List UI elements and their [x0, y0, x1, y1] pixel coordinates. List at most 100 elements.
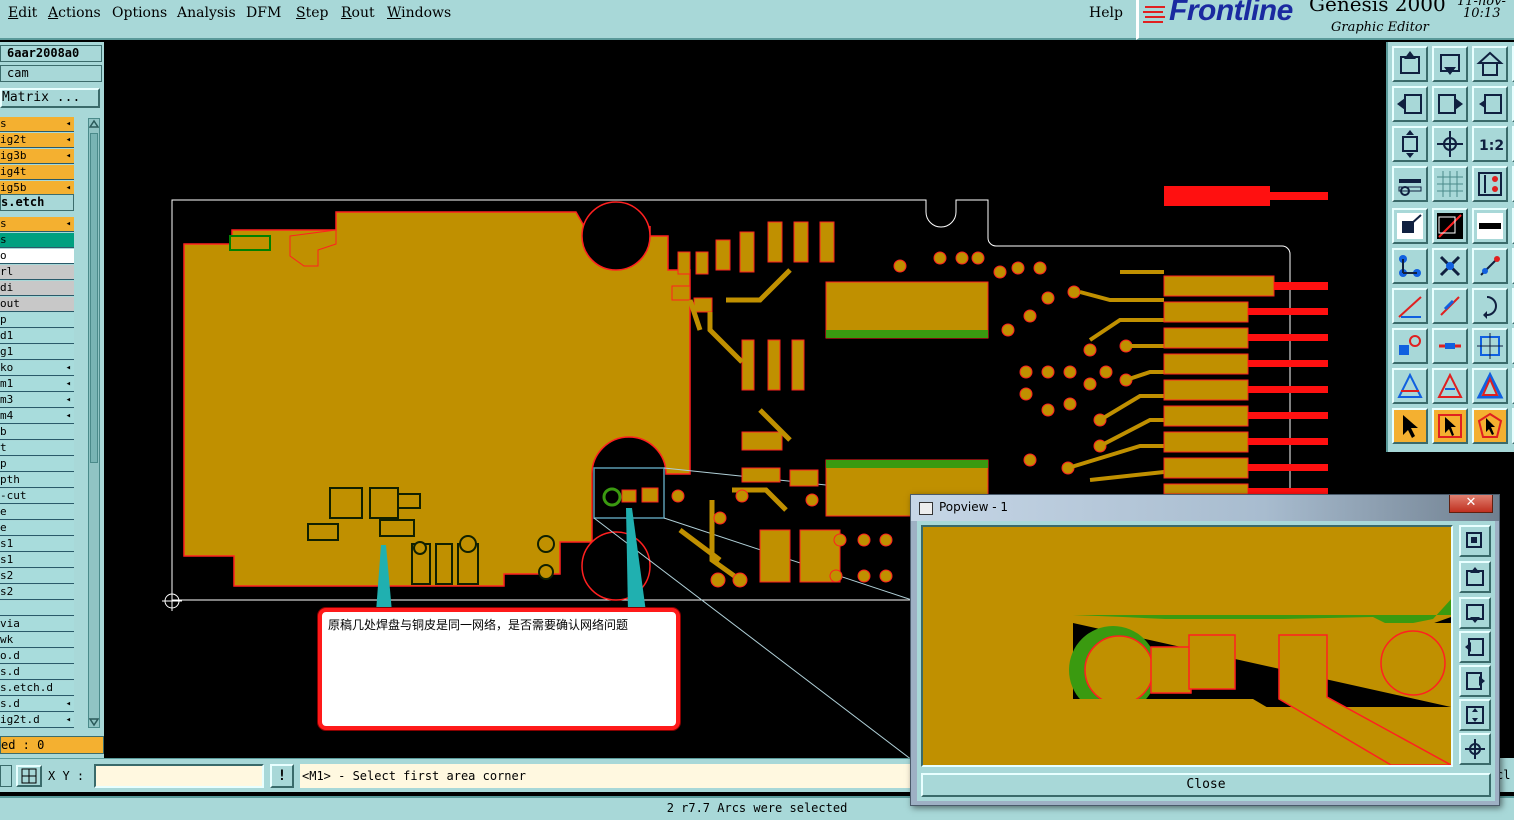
matrix-button[interactable]: Matrix ...	[0, 88, 100, 108]
layer-row[interactable]: -cut	[0, 489, 74, 504]
pan-left-button[interactable]	[1392, 86, 1428, 122]
menu-edit[interactable]: Edit	[8, 5, 37, 21]
menu-options[interactable]: Options	[112, 5, 167, 21]
menu-help[interactable]: Help	[1089, 5, 1123, 21]
home-button[interactable]	[1472, 46, 1508, 82]
pointer-button[interactable]	[1392, 408, 1428, 444]
layer-row[interactable]: ig4t	[0, 165, 74, 180]
step-down-button[interactable]	[1432, 46, 1468, 82]
step-up-button[interactable]	[1392, 46, 1428, 82]
layer-row[interactable]: s2	[0, 585, 74, 600]
layer-row[interactable]: rl	[0, 265, 74, 280]
layer-row[interactable]: s.d ◂	[0, 697, 74, 712]
pad-button[interactable]	[1392, 328, 1428, 364]
xy-input[interactable]	[94, 764, 264, 788]
pan-right-button[interactable]	[1432, 86, 1468, 122]
pointer-poly-button[interactable]	[1472, 408, 1508, 444]
popview-pan-left-button[interactable]	[1459, 631, 1491, 663]
menu-dfm[interactable]: DFM	[246, 5, 281, 21]
job-name[interactable]: 6aar2008a0	[0, 45, 102, 62]
scroll-down-icon[interactable]	[89, 717, 99, 727]
layer-row[interactable]: di	[0, 281, 74, 296]
layer-row[interactable]: pth	[0, 473, 74, 488]
layer-row[interactable]: e	[0, 521, 74, 536]
layer-row[interactable]: s1	[0, 537, 74, 552]
layer-row[interactable]: ig3b ◂	[0, 149, 74, 164]
bar-button[interactable]	[1432, 328, 1468, 364]
triangle-red-button[interactable]	[1432, 368, 1468, 404]
popview-titlebar[interactable]: Popview - 1 ✕	[911, 495, 1499, 521]
back-button[interactable]	[1472, 86, 1508, 122]
layer-row[interactable]: e	[0, 505, 74, 520]
layer-row[interactable]: out	[0, 297, 74, 312]
rotate-button[interactable]	[1472, 288, 1508, 324]
scroll-up-icon[interactable]	[89, 119, 99, 129]
triangle-blue-icon	[1397, 372, 1423, 398]
popview-zoom-in-button[interactable]	[1459, 699, 1491, 731]
layer-row[interactable]: s1	[0, 553, 74, 568]
popview-pan-right-button[interactable]	[1459, 665, 1491, 697]
pointer-box-button[interactable]	[1432, 408, 1468, 444]
measure-button[interactable]	[1472, 208, 1508, 244]
traces-right	[1067, 270, 1165, 482]
layer-row[interactable]: s ◂	[0, 117, 74, 132]
popview-pan-up-button[interactable]	[1459, 561, 1491, 593]
triangle-double-button[interactable]	[1472, 368, 1508, 404]
layer-row[interactable]: via	[0, 617, 74, 632]
menu-step[interactable]: Step	[296, 5, 328, 21]
menu-rout[interactable]: Rout	[341, 5, 375, 21]
layer-row[interactable]: g1	[0, 345, 74, 360]
command-exclaim-button[interactable]: !	[270, 764, 294, 788]
layer-row[interactable]: b	[0, 425, 74, 440]
select-line-button[interactable]	[1432, 208, 1468, 244]
box-button[interactable]	[1472, 328, 1508, 364]
popview-close-button[interactable]: Close	[921, 773, 1491, 797]
menu-windows[interactable]: Windows	[387, 5, 451, 21]
layer-row[interactable]: p	[0, 313, 74, 328]
etch-layer[interactable]: s.etch	[0, 194, 74, 211]
select-single-button[interactable]	[1392, 208, 1428, 244]
layer-row[interactable]: wk	[0, 633, 74, 648]
layer-row[interactable]: d1	[0, 329, 74, 344]
features-button[interactable]	[1392, 166, 1428, 202]
delete-button[interactable]	[1432, 248, 1468, 284]
layer-row[interactable]: m4 ◂	[0, 409, 74, 424]
menu-analysis[interactable]: Analysis	[177, 5, 236, 21]
layer-row[interactable]: s2	[0, 569, 74, 584]
layer-row[interactable]: s.etch.d	[0, 681, 74, 696]
layer-row[interactable]: m3 ◂	[0, 393, 74, 408]
layer-row[interactable]: s.d	[0, 665, 74, 680]
scroll-thumb[interactable]	[90, 133, 98, 463]
layer-row[interactable]	[0, 601, 74, 616]
popview-pan-down-button[interactable]	[1459, 597, 1491, 629]
layer-row[interactable]: ig2t.d ◂	[0, 713, 74, 728]
layer-row[interactable]: t	[0, 441, 74, 456]
zoom-fit-button[interactable]	[1392, 126, 1428, 162]
menu-actions[interactable]: Actions	[48, 5, 101, 21]
mode-icon[interactable]	[0, 765, 12, 787]
triangle-blue-button[interactable]	[1392, 368, 1428, 404]
net-button[interactable]	[1392, 248, 1428, 284]
close-icon[interactable]: ✕	[1449, 495, 1493, 513]
scale-1-2-button[interactable]: 1:2	[1472, 126, 1508, 162]
layer-row[interactable]: s ◂	[0, 217, 74, 232]
center-button[interactable]	[1432, 126, 1468, 162]
layer-row[interactable]: ig2t ◂	[0, 133, 74, 148]
layer-row[interactable]: o	[0, 249, 74, 264]
popview-zoom-out-button[interactable]	[1459, 733, 1491, 765]
snap-grid-button[interactable]	[16, 765, 42, 787]
snap-button[interactable]	[1472, 248, 1508, 284]
grid-button[interactable]	[1432, 166, 1468, 202]
layer-row[interactable]: s	[0, 233, 74, 248]
layers-button[interactable]	[1472, 166, 1508, 202]
line-red-button[interactable]	[1392, 288, 1428, 324]
layer-row[interactable]: ko ◂	[0, 361, 74, 376]
popview-canvas[interactable]	[921, 525, 1453, 767]
popview-zoom-fit-button[interactable]	[1459, 525, 1491, 557]
layer-row[interactable]: o.d	[0, 649, 74, 664]
line-blue-button[interactable]	[1432, 288, 1468, 324]
layer-scrollbar[interactable]	[88, 118, 100, 728]
layer-row[interactable]: m1 ◂	[0, 377, 74, 392]
layer-row[interactable]: p	[0, 457, 74, 472]
layer-arrow-icon: ◂	[65, 715, 71, 725]
